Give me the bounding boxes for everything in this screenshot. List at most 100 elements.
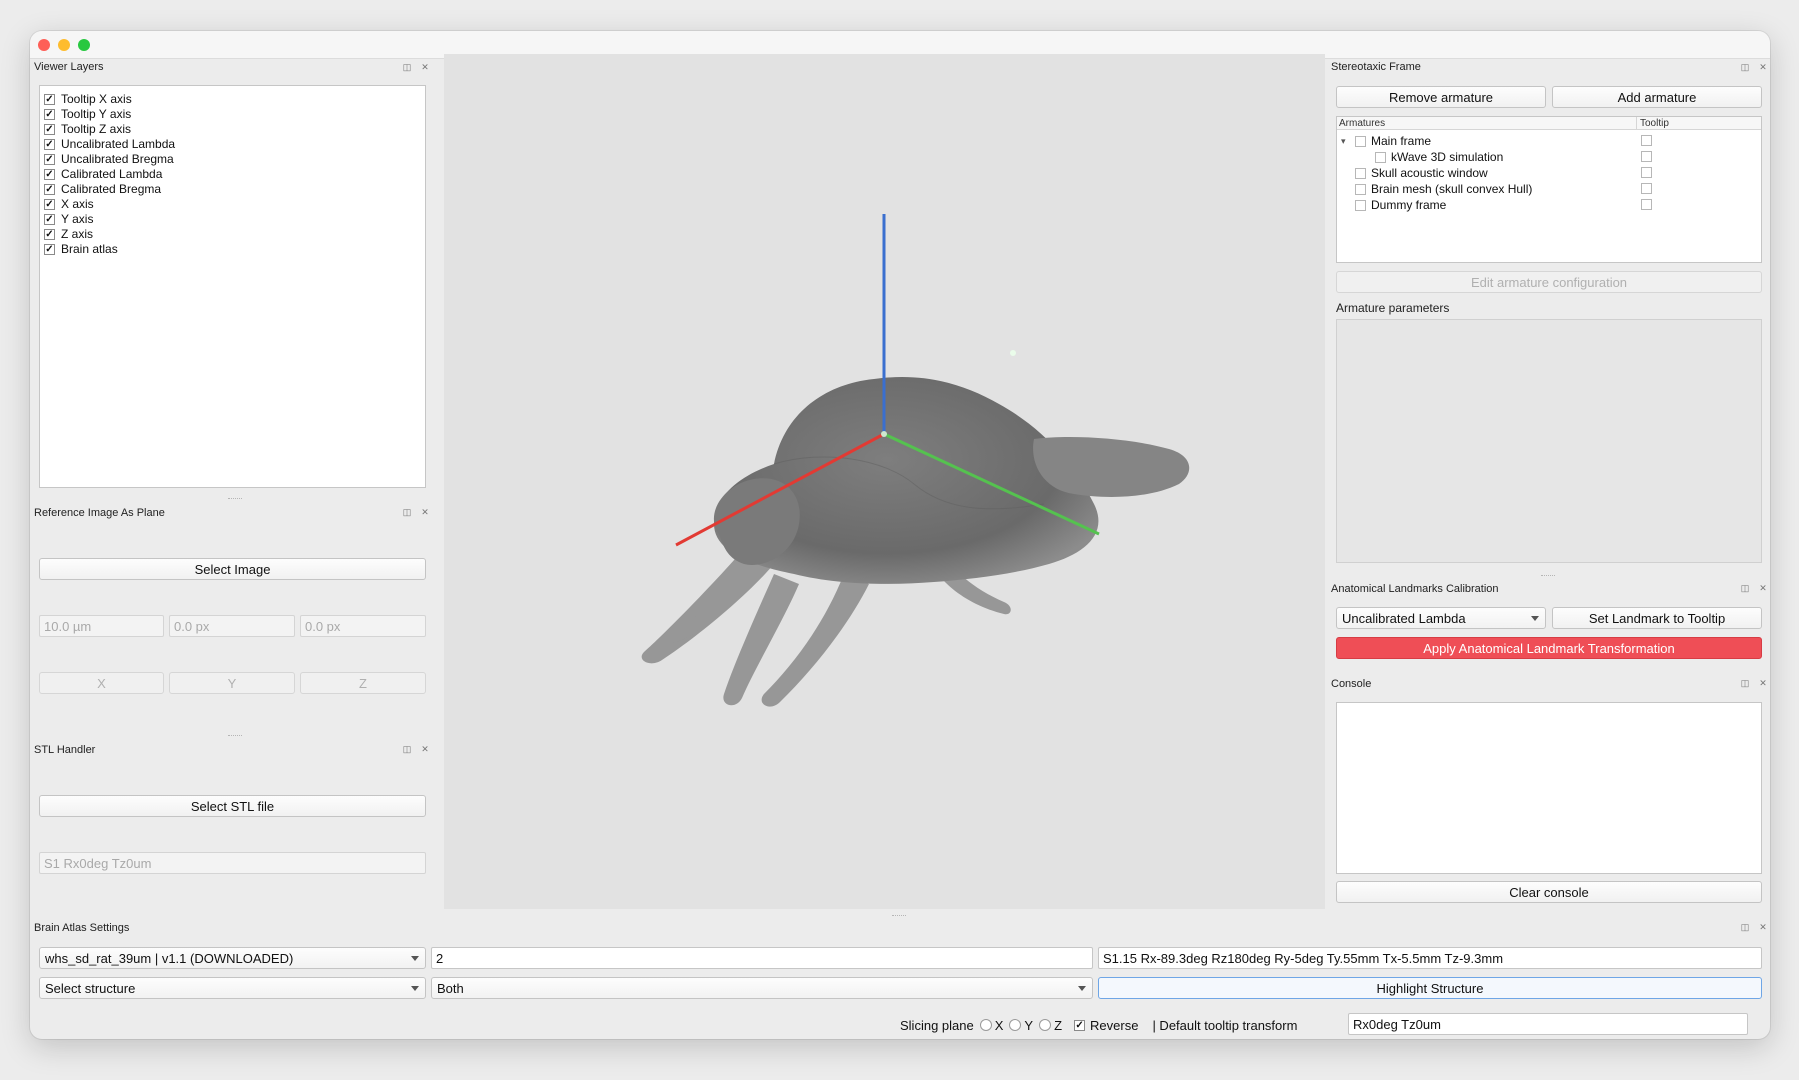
close-icon[interactable]: ✕ <box>1758 583 1768 593</box>
tooltip-checkbox[interactable] <box>1641 135 1652 146</box>
offset-px-field-2[interactable]: 0.0 px <box>300 615 426 637</box>
layer-label: Calibrated Lambda <box>61 167 163 181</box>
tooltip-checkbox[interactable] <box>1641 183 1652 194</box>
splitter-handle[interactable] <box>228 735 242 737</box>
armature-label: Dummy frame <box>1371 198 1447 212</box>
close-icon[interactable]: ✕ <box>1758 678 1768 688</box>
armature-tree-row[interactable]: kWave 3D simulation <box>1361 150 1503 164</box>
minimize-window-button[interactable] <box>58 39 70 51</box>
layer-item[interactable]: ✓ Tooltip X axis <box>44 92 132 106</box>
apply-landmark-button[interactable]: Apply Anatomical Landmark Transformation <box>1336 637 1762 659</box>
layer-item[interactable]: ✓ Brain atlas <box>44 242 118 256</box>
layer-checkbox[interactable]: ✓ <box>44 198 55 210</box>
close-icon[interactable]: ✕ <box>1758 62 1768 72</box>
stl-transform-field[interactable]: S1 Rx0deg Tz0um <box>39 852 426 874</box>
float-icon[interactable]: ◫ <box>1740 62 1750 72</box>
splitter-handle[interactable] <box>892 915 906 917</box>
tooltip-checkbox[interactable] <box>1641 199 1652 210</box>
structure-select[interactable]: Select structure <box>39 977 426 999</box>
select-stl-button[interactable]: Select STL file <box>39 795 426 817</box>
armature-checkbox[interactable] <box>1355 183 1366 195</box>
armature-checkbox[interactable] <box>1355 199 1366 211</box>
armature-checkbox[interactable] <box>1375 151 1386 163</box>
layer-checkbox[interactable]: ✓ <box>44 168 55 180</box>
float-icon[interactable]: ◫ <box>1740 922 1750 932</box>
armature-label: Skull acoustic window <box>1371 166 1488 180</box>
layer-checkbox[interactable]: ✓ <box>44 228 55 240</box>
layer-checkbox[interactable]: ✓ <box>44 153 55 165</box>
add-armature-button[interactable]: Add armature <box>1552 86 1762 108</box>
select-image-button[interactable]: Select Image <box>39 558 426 580</box>
atlas-transform-field[interactable]: S1.15 Rx-89.3deg Rz180deg Ry-5deg Ty.55m… <box>1098 947 1762 969</box>
layer-checkbox[interactable]: ✓ <box>44 138 55 150</box>
atlas-select[interactable]: whs_sd_rat_39um | v1.1 (DOWNLOADED) <box>39 947 426 969</box>
float-icon[interactable]: ◫ <box>402 62 412 72</box>
layer-checkbox[interactable]: ✓ <box>44 108 55 120</box>
float-icon[interactable]: ◫ <box>402 507 412 517</box>
armature-tree-row[interactable]: ▾ Main frame <box>1341 134 1431 148</box>
radio-z[interactable] <box>1039 1019 1052 1031</box>
layer-item[interactable]: ✓ Uncalibrated Lambda <box>44 137 175 151</box>
armature-tree-row[interactable]: Brain mesh (skull convex Hull) <box>1341 182 1532 196</box>
console-title: Console <box>1331 678 1372 690</box>
plane-x-button[interactable]: X <box>39 672 164 694</box>
layer-checkbox[interactable]: ✓ <box>44 213 55 225</box>
armature-tree-row[interactable]: Dummy frame <box>1341 198 1446 212</box>
splitter-handle[interactable] <box>1541 575 1555 577</box>
float-icon[interactable]: ◫ <box>402 744 412 754</box>
armatures-column-header[interactable]: Armatures <box>1337 117 1637 130</box>
layer-checkbox[interactable]: ✓ <box>44 243 55 255</box>
close-window-button[interactable] <box>38 39 50 51</box>
default-tooltip-field[interactable]: Rx0deg Tz0um <box>1348 1013 1748 1035</box>
tooltip-column-header[interactable]: Tooltip <box>1637 117 1761 130</box>
layer-item[interactable]: ✓ Tooltip Y axis <box>44 107 131 121</box>
reverse-checkbox[interactable]: ✓ <box>1074 1019 1086 1031</box>
highlight-structure-button[interactable]: Highlight Structure <box>1098 977 1762 999</box>
brain-atlas-settings-title: Brain Atlas Settings <box>34 922 130 934</box>
layer-item[interactable]: ✓ Calibrated Lambda <box>44 167 162 181</box>
remove-armature-button[interactable]: Remove armature <box>1336 86 1546 108</box>
layer-item[interactable]: ✓ Tooltip Z axis <box>44 122 131 136</box>
splitter-handle[interactable] <box>228 498 242 500</box>
layer-checkbox[interactable]: ✓ <box>44 183 55 195</box>
armature-parameters-panel <box>1336 319 1762 563</box>
layer-item[interactable]: ✓ Uncalibrated Bregma <box>44 152 174 166</box>
landmark-select[interactable]: Uncalibrated Lambda <box>1336 607 1546 629</box>
float-icon[interactable]: ◫ <box>1740 678 1750 688</box>
layer-item[interactable]: ✓ Y axis <box>44 212 93 226</box>
layer-item[interactable]: ✓ X axis <box>44 197 94 211</box>
layer-item[interactable]: ✓ Z axis <box>44 227 93 241</box>
edit-armature-button[interactable]: Edit armature configuration <box>1336 271 1762 293</box>
armature-checkbox[interactable] <box>1355 135 1366 147</box>
3d-viewport[interactable] <box>444 54 1325 909</box>
layer-checkbox[interactable]: ✓ <box>44 93 55 105</box>
atlas-value-field[interactable]: 2 <box>431 947 1093 969</box>
layer-label: X axis <box>61 197 94 211</box>
close-icon[interactable]: ✕ <box>1758 922 1768 932</box>
plane-y-button[interactable]: Y <box>169 672 295 694</box>
clear-console-button[interactable]: Clear console <box>1336 881 1762 903</box>
radio-x[interactable] <box>979 1019 992 1031</box>
landmarks-title: Anatomical Landmarks Calibration <box>1331 583 1499 595</box>
armature-checkbox[interactable] <box>1355 167 1366 179</box>
tooltip-checkbox[interactable] <box>1641 167 1652 178</box>
expand-arrow-icon[interactable]: ▾ <box>1341 136 1355 147</box>
scale-field[interactable]: 10.0 µm <box>39 615 164 637</box>
plane-z-button[interactable]: Z <box>300 672 426 694</box>
hemisphere-select[interactable]: Both <box>431 977 1093 999</box>
console-output[interactable] <box>1336 702 1762 874</box>
layer-item[interactable]: ✓ Calibrated Bregma <box>44 182 161 196</box>
viewer-layers-list[interactable]: ✓ Tooltip X axis ✓ Tooltip Y axis ✓ Tooltip Z… <box>39 85 426 488</box>
offset-px-field-1[interactable]: 0.0 px <box>169 615 295 637</box>
layer-checkbox[interactable]: ✓ <box>44 123 55 135</box>
tooltip-checkbox[interactable] <box>1641 151 1652 162</box>
armature-tree-row[interactable]: Skull acoustic window <box>1341 166 1488 180</box>
armatures-tree[interactable]: Armatures Tooltip ▾ Main frame kWave 3D si… <box>1336 116 1762 263</box>
zoom-window-button[interactable] <box>78 39 90 51</box>
close-icon[interactable]: ✕ <box>420 507 430 517</box>
set-landmark-button[interactable]: Set Landmark to Tooltip <box>1552 607 1762 629</box>
radio-y[interactable] <box>1009 1019 1022 1031</box>
close-icon[interactable]: ✕ <box>420 744 430 754</box>
float-icon[interactable]: ◫ <box>1740 583 1750 593</box>
close-icon[interactable]: ✕ <box>420 62 430 72</box>
